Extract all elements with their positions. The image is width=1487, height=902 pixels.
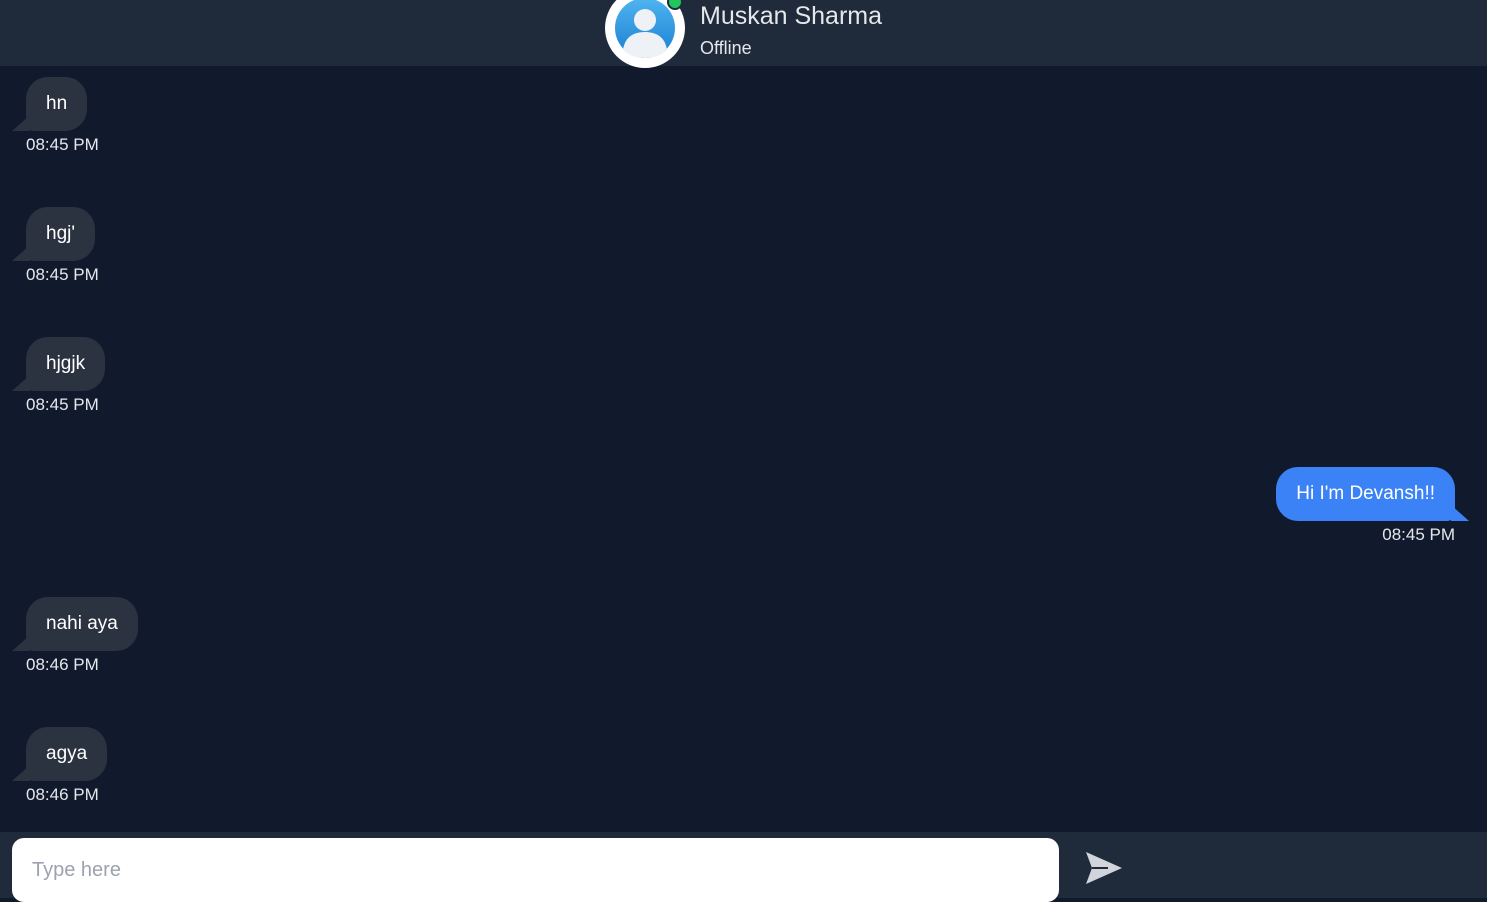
message-item: hn 08:45 PM bbox=[11, 77, 99, 155]
message-time: 08:45 PM bbox=[1382, 525, 1455, 544]
contact-status: Offline bbox=[700, 38, 752, 58]
message-bubble: hn bbox=[11, 77, 88, 131]
message-input[interactable] bbox=[12, 838, 1059, 902]
message-bubble: Hi I'm Devansh!! bbox=[1276, 467, 1469, 521]
message-item: agya 08:46 PM bbox=[11, 727, 108, 805]
message-bubble: hgj' bbox=[12, 207, 95, 261]
contact-name: Muskan Sharma bbox=[700, 2, 883, 30]
message-bubble: agya bbox=[11, 727, 108, 781]
message-item: hgj' 08:45 PM bbox=[12, 207, 99, 285]
message-bubble: hjgjk bbox=[11, 337, 106, 391]
message-time: 08:46 PM bbox=[26, 655, 99, 674]
message-bubble: nahi aya bbox=[12, 597, 138, 651]
message-time: 08:46 PM bbox=[26, 785, 99, 804]
contact-avatar[interactable] bbox=[605, 0, 685, 68]
send-icon bbox=[1086, 852, 1122, 884]
chat-header: Muskan Sharma Offline bbox=[0, 0, 1487, 68]
message-item: nahi aya 08:46 PM bbox=[12, 597, 138, 675]
composer-bar bbox=[0, 832, 1487, 902]
message-item: hjgjk 08:45 PM bbox=[11, 337, 106, 415]
message-time: 08:45 PM bbox=[26, 395, 99, 414]
message-time: 08:45 PM bbox=[26, 265, 99, 284]
send-button[interactable] bbox=[1084, 850, 1124, 886]
message-time: 08:45 PM bbox=[26, 135, 99, 154]
user-avatar-icon bbox=[615, 0, 675, 58]
message-item: Hi I'm Devansh!! 08:45 PM bbox=[1276, 467, 1469, 545]
message-list[interactable]: hn 08:45 PM hgj' 08:45 PM hjgjk 08:45 PM… bbox=[0, 66, 1487, 832]
